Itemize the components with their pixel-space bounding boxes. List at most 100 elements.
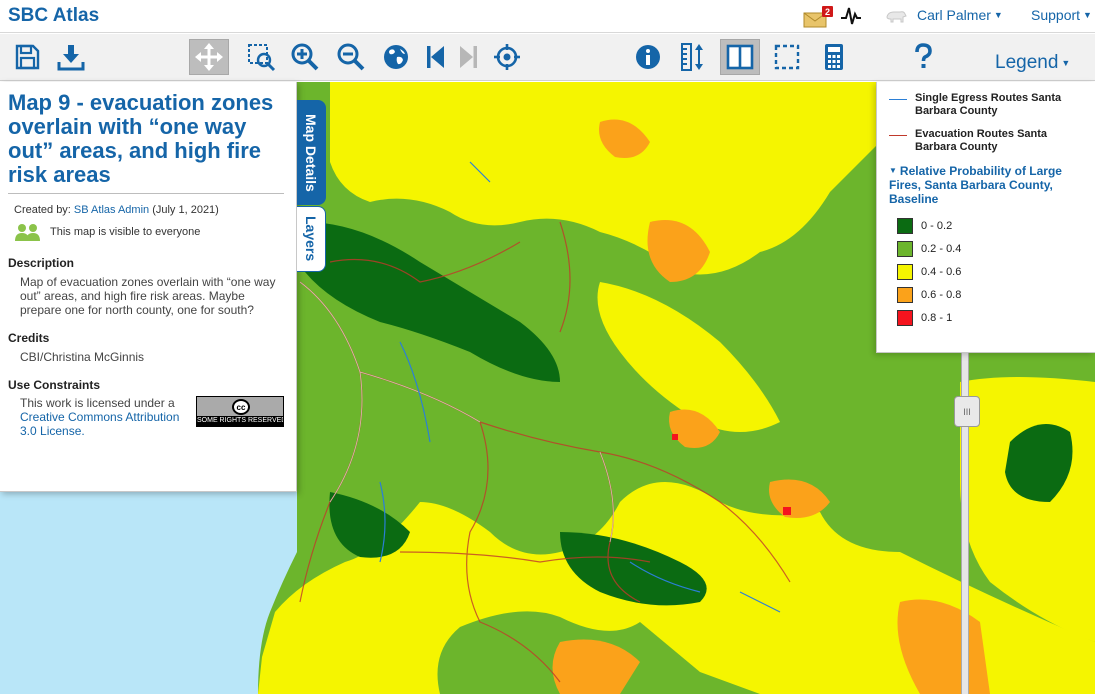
- created-date: (July 1, 2021): [149, 204, 219, 216]
- legend-class: 0 - 0.2: [897, 214, 1087, 237]
- constraints-row: This work is licensed under a Creative C…: [20, 396, 284, 438]
- chevron-down-icon: ▼: [1061, 58, 1071, 68]
- pan-tool-button[interactable]: [189, 39, 229, 75]
- legend-panel: Single Egress Routes Santa Barbara Count…: [876, 82, 1095, 353]
- bear-logo: [885, 8, 907, 24]
- chevron-down-icon: ▼: [1083, 10, 1092, 20]
- help-icon: [915, 43, 932, 68]
- measure-button[interactable]: [673, 39, 713, 75]
- visibility-text: This map is visible to everyone: [50, 226, 201, 238]
- constraints-heading: Use Constraints: [8, 378, 101, 392]
- credits-heading: Credits: [8, 331, 50, 345]
- bear-icon: [886, 11, 907, 23]
- users-icon: [15, 224, 40, 241]
- license-text: This work is licensed under a Creative C…: [20, 396, 190, 438]
- zoom-slider-handle[interactable]: III: [954, 396, 980, 427]
- class-swatch: [897, 263, 913, 280]
- select-area-button[interactable]: [767, 39, 807, 75]
- map-details-panel: Map 9 - evacuation zones overlain with “…: [0, 82, 297, 492]
- support-label: Support: [1031, 7, 1081, 23]
- class-swatch: [897, 240, 913, 257]
- support-menu[interactable]: Support ▼: [1031, 7, 1092, 23]
- description-heading: Description: [8, 256, 75, 270]
- globe-icon: [384, 45, 408, 69]
- user-name: Carl Palmer: [917, 7, 991, 23]
- creative-commons-badge[interactable]: cc SOME RIGHTS RESERVED: [196, 396, 284, 427]
- license-prefix: This work is licensed under a: [20, 396, 175, 410]
- activity-button[interactable]: [840, 5, 862, 27]
- very-high-patch: [672, 434, 678, 440]
- created-by: Created by: SB Atlas Admin (July 1, 2021…: [14, 204, 284, 216]
- map-toolbar: Legend ▼: [0, 34, 1095, 81]
- mail-icon: 2: [803, 6, 833, 28]
- legend-group-toggle[interactable]: ▼ Relative Probability of Large Fires, Sa…: [889, 164, 1087, 206]
- split-view-button[interactable]: [720, 39, 760, 75]
- legend-item-single-egress: Single Egress Routes Santa Barbara Count…: [889, 92, 1087, 118]
- locate-button[interactable]: [487, 39, 527, 75]
- map-title: Map 9 - evacuation zones overlain with “…: [8, 91, 284, 194]
- activity-pulse-icon: [841, 7, 861, 25]
- measure-icon: [681, 43, 703, 71]
- save-button[interactable]: [7, 39, 47, 75]
- legend-dropdown[interactable]: Legend ▼: [995, 52, 1070, 74]
- user-menu[interactable]: Carl Palmer ▼: [917, 7, 1003, 23]
- cc-icon: cc: [232, 399, 250, 415]
- calculator-button[interactable]: [814, 39, 854, 75]
- legend-class: 0.4 - 0.6: [897, 260, 1087, 283]
- download-icon: [57, 45, 85, 71]
- locate-icon: [494, 44, 520, 70]
- ocean-area: [0, 492, 297, 694]
- legend-group-title: Relative Probability of Large Fires, San…: [889, 164, 1062, 206]
- app-window: SBC Atlas 2 Carl Palmer ▼ Support ▼ Lege…: [0, 0, 1095, 694]
- calculator-icon: [825, 44, 843, 70]
- legend-line-label: Single Egress Routes Santa Barbara Count…: [915, 92, 1062, 117]
- legend-label: Legend: [995, 52, 1059, 73]
- class-label: 0.2 - 0.4: [921, 242, 962, 255]
- legend-item-evacuation-routes: Evacuation Routes Santa Barbara County: [889, 128, 1087, 154]
- credits-text: CBI/Christina McGinnis: [20, 350, 145, 364]
- legend-class: 0.6 - 0.8: [897, 283, 1087, 306]
- legend-class: 0.8 - 1: [897, 306, 1087, 329]
- chevron-down-icon: ▼: [993, 10, 1003, 20]
- license-link[interactable]: Creative Commons Attribution 3.0 License…: [20, 410, 179, 438]
- tab-layers[interactable]: Layers: [297, 206, 326, 272]
- zoom-box-button[interactable]: [241, 39, 281, 75]
- pan-icon: [195, 43, 223, 71]
- previous-extent-icon: [427, 46, 444, 68]
- line-swatch: [889, 135, 907, 136]
- save-icon: [15, 44, 40, 70]
- class-label: 0 - 0.2: [921, 219, 953, 232]
- class-swatch: [897, 309, 913, 326]
- full-extent-button[interactable]: [376, 39, 416, 75]
- class-label: 0.4 - 0.6: [921, 265, 962, 278]
- info-icon: [636, 45, 660, 69]
- top-header: SBC Atlas 2 Carl Palmer ▼ Support ▼: [0, 0, 1095, 33]
- zoom-in-icon: [291, 43, 319, 71]
- identify-button[interactable]: [628, 39, 668, 75]
- zoom-out-button[interactable]: [331, 39, 371, 75]
- very-high-patch: [783, 507, 791, 515]
- zoom-in-button[interactable]: [285, 39, 325, 75]
- class-label: 0.6 - 0.8: [921, 288, 962, 301]
- created-prefix: Created by:: [14, 204, 74, 216]
- visibility-row: This map is visible to everyone: [14, 222, 284, 242]
- legend-class: 0.2 - 0.4: [897, 237, 1087, 260]
- legend-line-label: Evacuation Routes Santa Barbara County: [915, 128, 1048, 153]
- author-link[interactable]: SB Atlas Admin: [74, 204, 149, 216]
- description-text: Map of evacuation zones overlain with “o…: [20, 275, 276, 317]
- tab-map-details[interactable]: Map Details: [297, 100, 326, 205]
- next-extent-button[interactable]: [449, 39, 489, 75]
- class-swatch: [897, 217, 913, 234]
- zoom-out-icon: [337, 43, 365, 71]
- notification-count: 2: [825, 7, 830, 17]
- notifications-button[interactable]: 2: [803, 6, 833, 28]
- tab-map-details-label: Map Details: [303, 113, 319, 192]
- tab-layers-label: Layers: [303, 216, 319, 262]
- download-button[interactable]: [51, 39, 91, 75]
- line-swatch: [889, 99, 907, 100]
- zoom-box-icon: [248, 44, 276, 72]
- help-button[interactable]: [903, 39, 943, 75]
- class-label: 0.8 - 1: [921, 311, 953, 324]
- app-title[interactable]: SBC Atlas: [8, 5, 99, 27]
- class-swatch: [897, 286, 913, 303]
